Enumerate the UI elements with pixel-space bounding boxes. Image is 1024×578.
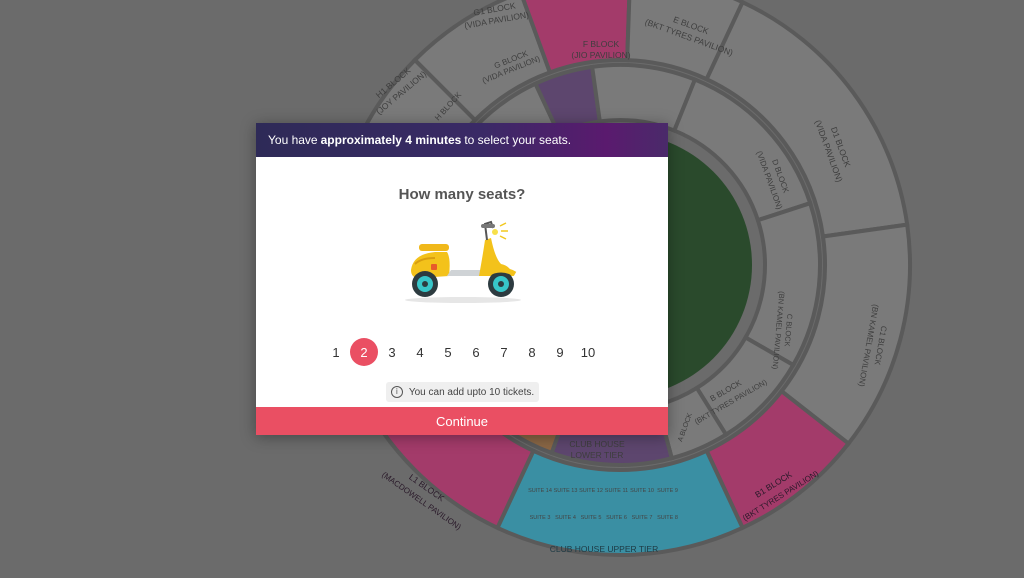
suite-label[interactable]: SUITE 3 bbox=[530, 515, 551, 521]
timer-prefix: You have bbox=[268, 133, 318, 147]
suite-label[interactable]: SUITE 7 bbox=[632, 515, 653, 521]
seat-option-4[interactable]: 4 bbox=[406, 338, 434, 366]
seat-count-modal: You have approximately 4 minutes to sele… bbox=[256, 123, 668, 435]
seat-count-options: 1 2 3 4 5 6 7 8 9 10 bbox=[256, 338, 668, 366]
suite-label[interactable]: SUITE 11 bbox=[605, 488, 628, 494]
suite-label[interactable]: SUITE 12 bbox=[579, 488, 603, 494]
timer-duration: approximately 4 minutes bbox=[320, 133, 462, 147]
scooter-illustration bbox=[405, 220, 521, 303]
block-label: CLUB HOUSE UPPER TIER bbox=[550, 544, 658, 554]
svg-text:CLUB HOUSE UPPER TIER: CLUB HOUSE UPPER TIER bbox=[550, 544, 658, 554]
seat-option-3[interactable]: 3 bbox=[378, 338, 406, 366]
seat-option-9[interactable]: 9 bbox=[546, 338, 574, 366]
seat-option-10[interactable]: 10 bbox=[574, 338, 602, 366]
ticket-limit-text: You can add upto 10 tickets. bbox=[408, 386, 535, 398]
svg-text:(JIO PAVILION): (JIO PAVILION) bbox=[571, 50, 630, 60]
block-label: CLUB HOUSE bbox=[569, 439, 625, 449]
modal-title: How many seats? bbox=[398, 186, 526, 203]
suite-label[interactable]: SUITE 9 bbox=[657, 488, 678, 494]
seat-option-5[interactable]: 5 bbox=[434, 338, 462, 366]
timer-banner: You have approximately 4 minutes to sele… bbox=[256, 123, 668, 157]
suite-label[interactable]: SUITE 4 bbox=[555, 515, 576, 521]
seat-option-2[interactable]: 2 bbox=[350, 338, 378, 366]
svg-text:F BLOCK: F BLOCK bbox=[583, 39, 620, 49]
seat-option-6[interactable]: 6 bbox=[462, 338, 490, 366]
block-club-house-lower[interactable]: CLUB HOUSE LOWER TIER bbox=[569, 439, 625, 460]
block-sublabel: LOWER TIER bbox=[571, 450, 624, 460]
svg-text:LOWER TIER: LOWER TIER bbox=[571, 450, 624, 460]
suite-label[interactable]: SUITE 6 bbox=[606, 515, 627, 521]
block-club-house-upper[interactable]: CLUB HOUSE UPPER TIER bbox=[550, 544, 658, 554]
suite-label[interactable]: SUITE 8 bbox=[657, 515, 678, 521]
ticket-limit-note: i You can add upto 10 tickets. bbox=[386, 382, 539, 402]
svg-text:CLUB HOUSE: CLUB HOUSE bbox=[569, 439, 625, 449]
continue-button[interactable]: Continue bbox=[256, 407, 668, 435]
info-icon: i bbox=[390, 386, 403, 398]
suite-label[interactable]: SUITE 10 bbox=[630, 488, 654, 494]
seat-option-7[interactable]: 7 bbox=[490, 338, 518, 366]
suite-label[interactable]: SUITE 5 bbox=[581, 515, 602, 521]
suite-label[interactable]: SUITE 14 bbox=[528, 488, 552, 494]
seat-option-1[interactable]: 1 bbox=[322, 338, 350, 366]
seat-option-8[interactable]: 8 bbox=[518, 338, 546, 366]
timer-suffix: to select your seats. bbox=[464, 133, 572, 147]
suite-label[interactable]: SUITE 13 bbox=[554, 488, 578, 494]
block-sublabel: (JIO PAVILION) bbox=[571, 50, 630, 60]
block-label: F BLOCK bbox=[583, 39, 620, 49]
